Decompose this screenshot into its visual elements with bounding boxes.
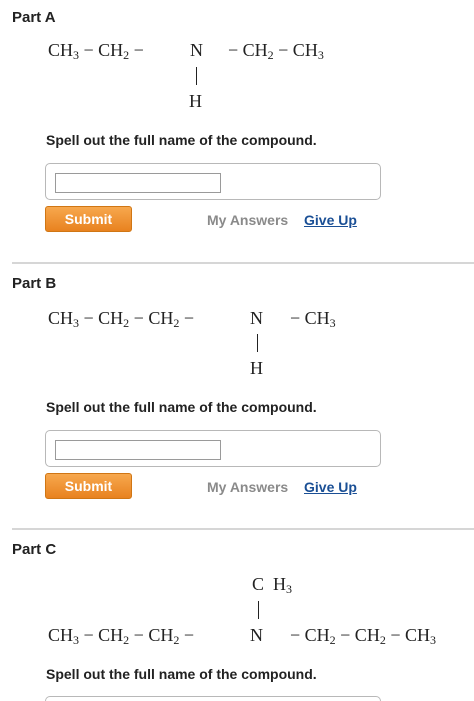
formula-a-nitrogen: N (190, 40, 203, 60)
formula-c-bond (258, 601, 259, 619)
part-a-submit-button[interactable]: Submit (45, 206, 132, 232)
formula-a-substituent: H (189, 91, 202, 111)
formula-b-right-chain: − CH3 (290, 308, 336, 330)
part-b-answer-box (45, 430, 381, 467)
formula-c-right-chain: − CH2 − CH2 − CH3 (290, 625, 436, 647)
part-b-give-up-link[interactable]: Give Up (304, 479, 357, 495)
part-a-answer-box (45, 163, 381, 200)
part-c-title: Part C (12, 541, 57, 558)
part-b-my-answers-link[interactable]: My Answers (207, 479, 288, 495)
formula-a-left-chain: CH3 − CH2 − (48, 40, 144, 62)
part-b-submit-button[interactable]: Submit (45, 473, 132, 499)
part-a-title: Part A (12, 9, 56, 26)
part-a-answer-input[interactable] (55, 173, 221, 193)
formula-b-nitrogen: N (250, 308, 263, 328)
part-b-title: Part B (12, 275, 57, 292)
divider-a-b (12, 262, 474, 264)
divider-b-c (12, 528, 474, 530)
formula-b-bond (257, 334, 258, 352)
formula-b-substituent: H (250, 358, 263, 378)
formula-c-left-chain: CH3 − CH2 − CH2 − (48, 625, 194, 647)
part-c-answer-box (45, 696, 381, 701)
formula-a-bond (196, 67, 197, 85)
formula-b-left-chain: CH3 − CH2 − CH2 − (48, 308, 194, 330)
part-a-my-answers-link[interactable]: My Answers (207, 212, 288, 228)
part-b-prompt: Spell out the full name of the compound. (46, 399, 317, 415)
formula-c-nitrogen: N (250, 625, 263, 645)
formula-c-substituent: C H3 (252, 574, 293, 596)
formula-a-right-chain: − CH2 − CH3 (228, 40, 324, 62)
part-a-give-up-link[interactable]: Give Up (304, 212, 357, 228)
part-b-answer-input[interactable] (55, 440, 221, 460)
part-c-prompt: Spell out the full name of the compound. (46, 666, 317, 682)
part-a-prompt: Spell out the full name of the compound. (46, 132, 317, 148)
